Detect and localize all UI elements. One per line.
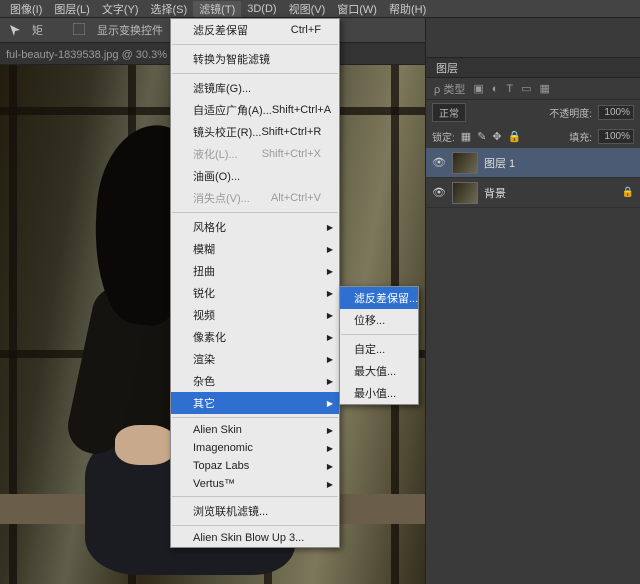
other-maximum[interactable]: 最大值...: [340, 360, 418, 382]
layer-row[interactable]: 👁 背景 🔒: [426, 178, 640, 208]
menu-view[interactable]: 视图(V): [283, 1, 332, 17]
filter-oil-paint[interactable]: 油画(O)...: [171, 165, 339, 187]
show-transform-label: 显示变换控件: [97, 22, 163, 38]
filter-imagenomic[interactable]: Imagenomic: [171, 439, 339, 457]
menu-filter[interactable]: 滤镜(T): [193, 1, 241, 17]
menu-layer[interactable]: 图层(L): [48, 1, 95, 17]
filter-pixelate[interactable]: 像素化: [171, 326, 339, 348]
other-custom[interactable]: 自定...: [340, 338, 418, 360]
move-tool-icon: [8, 23, 22, 37]
layer-name[interactable]: 图层 1: [484, 155, 515, 171]
filter-browse-online[interactable]: 浏览联机滤镜...: [171, 500, 339, 522]
menu-separator: [172, 44, 338, 45]
filter-noise[interactable]: 杂色: [171, 370, 339, 392]
lock-fill-row: 锁定: ▦ ✎ ✥ 🔒 填充: 100%: [426, 124, 640, 148]
layer-thumbnail[interactable]: [452, 152, 478, 174]
filter-video[interactable]: 视频: [171, 304, 339, 326]
layers-panel-tab[interactable]: 图层: [426, 58, 640, 78]
fill-label: 填充:: [569, 129, 592, 144]
right-panel-column: 图层 ρ 类型 ▣ ◐ T ▭ ▦ 正常 不透明度: 100% 锁定: ▦ ✎ …: [425, 18, 640, 584]
filter-distort[interactable]: 扭曲: [171, 260, 339, 282]
filter-type-icon[interactable]: T: [506, 83, 513, 95]
other-minimum[interactable]: 最小值...: [340, 382, 418, 404]
lock-transparent-icon[interactable]: ▦: [461, 130, 471, 143]
filter-adjust-icon[interactable]: ◐: [492, 83, 499, 95]
filter-stylize[interactable]: 风格化: [171, 216, 339, 238]
filter-blur[interactable]: 模糊: [171, 238, 339, 260]
filter-topaz-labs[interactable]: Topaz Labs: [171, 457, 339, 475]
layer-thumbnail[interactable]: [452, 182, 478, 204]
menu-window[interactable]: 窗口(W): [331, 1, 383, 17]
menu-separator: [341, 334, 417, 335]
filter-lens-correction[interactable]: 镜头校正(R)...Shift+Ctrl+R: [171, 121, 339, 143]
other-offset[interactable]: 位移...: [340, 309, 418, 331]
blend-opacity-row: 正常 不透明度: 100%: [426, 100, 640, 124]
filter-menu: 滤反差保留Ctrl+F 转换为智能滤镜 滤镜库(G)... 自适应广角(A)..…: [170, 18, 340, 548]
filter-kind-icon[interactable]: ρ 类型: [434, 81, 465, 97]
filter-other-submenu: 滤反差保留... 位移... 自定... 最大值... 最小值...: [339, 286, 419, 405]
lock-label: 锁定:: [432, 129, 455, 144]
menu-separator: [172, 496, 338, 497]
menu-select[interactable]: 选择(S): [145, 1, 194, 17]
blend-mode-select[interactable]: 正常: [432, 103, 466, 122]
layer-row[interactable]: 👁 图层 1: [426, 148, 640, 178]
filter-adaptive-wide[interactable]: 自适应广角(A)...Shift+Ctrl+A: [171, 99, 339, 121]
filter-render[interactable]: 渲染: [171, 348, 339, 370]
menu-separator: [172, 73, 338, 74]
filter-convert-smart[interactable]: 转换为智能滤镜: [171, 48, 339, 70]
menu-separator: [172, 525, 338, 526]
layers-panel: 图层 ρ 类型 ▣ ◐ T ▭ ▦ 正常 不透明度: 100% 锁定: ▦ ✎ …: [426, 58, 640, 584]
menubar: 图像(I) 图层(L) 文字(Y) 选择(S) 滤镜(T) 3D(D) 视图(V…: [0, 0, 640, 18]
visibility-eye-icon[interactable]: 👁: [432, 186, 446, 199]
filter-shape-icon[interactable]: ▭: [521, 82, 531, 95]
filter-smart-icon[interactable]: ▦: [540, 82, 550, 95]
layers-list: 👁 图层 1 👁 背景 🔒: [426, 148, 640, 208]
filter-sharpen[interactable]: 锐化: [171, 282, 339, 304]
filter-vanishing-point: 消失点(V)...Alt+Ctrl+V: [171, 187, 339, 209]
lock-icon: 🔒: [622, 187, 634, 198]
checkbox-icon[interactable]: [73, 23, 87, 37]
menu-separator: [172, 417, 338, 418]
fill-value[interactable]: 100%: [598, 129, 634, 144]
filter-vertus[interactable]: Vertus™: [171, 475, 339, 493]
filter-alien-skin[interactable]: Alien Skin: [171, 421, 339, 439]
filter-liquify: 液化(L)...Shift+Ctrl+X: [171, 143, 339, 165]
menu-separator: [172, 212, 338, 213]
layers-panel-title: 图层: [436, 60, 458, 76]
layers-filter-row: ρ 类型 ▣ ◐ T ▭ ▦: [426, 78, 640, 100]
menu-3d[interactable]: 3D(D): [241, 3, 282, 15]
menu-help[interactable]: 帮助(H): [383, 1, 432, 17]
menu-type[interactable]: 文字(Y): [96, 1, 145, 17]
opacity-value[interactable]: 100%: [598, 105, 634, 120]
opacity-label: 不透明度:: [549, 105, 592, 120]
visibility-eye-icon[interactable]: 👁: [432, 156, 446, 169]
other-high-pass[interactable]: 滤反差保留...: [340, 287, 418, 309]
filter-gallery[interactable]: 滤镜库(G)...: [171, 77, 339, 99]
filter-pixel-icon[interactable]: ▣: [473, 82, 483, 95]
filter-last[interactable]: 滤反差保留Ctrl+F: [171, 19, 339, 41]
lock-pixels-icon[interactable]: ✎: [477, 130, 486, 143]
lock-all-icon[interactable]: 🔒: [508, 130, 522, 143]
filter-blowup3[interactable]: Alien Skin Blow Up 3...: [171, 529, 339, 547]
menu-image[interactable]: 图像(I): [4, 1, 48, 17]
tool-preset-label: 矩: [32, 22, 43, 38]
lock-position-icon[interactable]: ✥: [492, 130, 501, 143]
filter-other[interactable]: 其它: [171, 392, 339, 414]
layer-name[interactable]: 背景: [484, 185, 506, 201]
collapsed-panel[interactable]: [426, 18, 640, 58]
